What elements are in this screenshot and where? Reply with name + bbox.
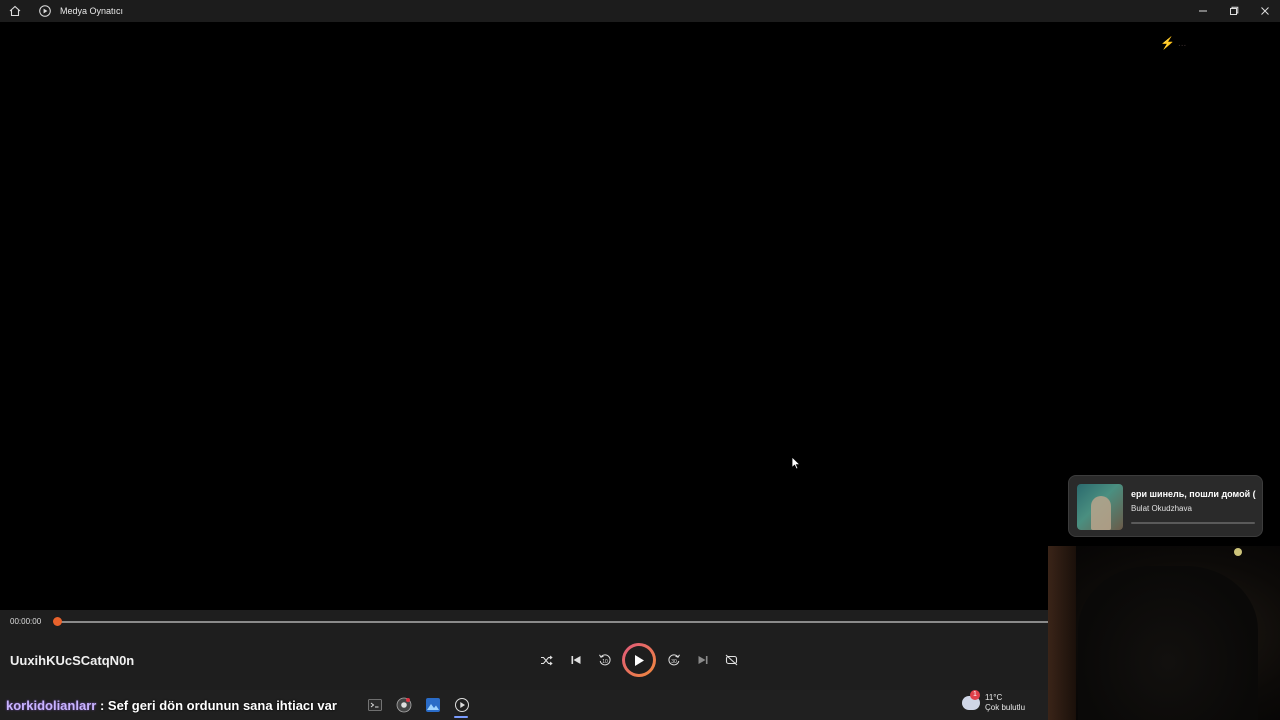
next-button[interactable] <box>688 642 717 678</box>
now-playing-title: ери шинель, пошли домой ( <box>1131 489 1256 499</box>
previous-icon <box>571 656 580 664</box>
home-icon <box>9 5 21 17</box>
media-player-taskbar-icon[interactable] <box>451 694 473 716</box>
shuffle-button[interactable] <box>532 642 561 678</box>
chat-ticker: korkidolianlarr : Sef geri dön ordunun s… <box>6 698 337 713</box>
player-controls: 00:00:00 UuxihKUcSCatqN0n 10 30 <box>0 610 1048 690</box>
seek-handle[interactable] <box>53 617 62 626</box>
streamer-silhouette <box>1078 566 1258 720</box>
app-title: Medya Oynatıcı <box>60 6 124 16</box>
minimize-button[interactable] <box>1187 0 1218 22</box>
chat-message: Sef geri dön ordunun sana ihtiacı var <box>107 698 337 713</box>
bookshelf <box>1048 546 1076 720</box>
watermark-logo: ⚡ ... <box>1160 36 1186 50</box>
weather-desc: Çok bulutlu <box>985 703 1026 712</box>
current-time: 00:00:00 <box>10 617 42 626</box>
repeat-button[interactable] <box>717 642 746 678</box>
lamp-light <box>1234 548 1242 556</box>
close-icon <box>1260 7 1269 15</box>
now-playing-card[interactable]: ери шинель, пошли домой ( Bulat Okudzhav… <box>1068 475 1263 537</box>
media-title: UuxihKUcSCatqN0n <box>10 653 135 668</box>
taskbar: korkidolianlarr : Sef geri dön ordunun s… <box>0 690 1048 720</box>
home-button[interactable] <box>0 0 30 22</box>
forward-30-button[interactable]: 30 <box>659 642 688 678</box>
media-player-icon <box>30 0 60 22</box>
weather-badge: 1 <box>970 690 980 700</box>
next-icon <box>698 656 707 664</box>
chrome-icon[interactable] <box>393 694 415 716</box>
rewind-seconds-label: 10 <box>602 659 608 665</box>
weather-info: 11°C Çok bulutlu <box>985 693 1025 713</box>
close-button[interactable] <box>1249 0 1280 22</box>
weather-temp: 11°C <box>985 693 1003 702</box>
chat-username: korkidolianlarr <box>6 698 97 713</box>
play-button[interactable] <box>622 643 656 677</box>
photos-icon[interactable] <box>422 694 444 716</box>
watermark-text: ... <box>1177 37 1187 49</box>
rewind-10-icon: 10 <box>598 654 611 666</box>
shuffle-icon <box>541 655 553 665</box>
weather-widget[interactable]: 1 11°C Çok bulutlu <box>962 690 1025 713</box>
window-controls <box>1187 0 1280 22</box>
cloud-icon: 1 <box>962 690 980 710</box>
transport-controls: 10 30 <box>532 642 746 678</box>
forward-30-icon: 30 <box>667 654 680 666</box>
seek-bar[interactable] <box>57 621 1048 623</box>
album-art-figure <box>1091 496 1111 530</box>
active-app-indicator <box>454 716 468 718</box>
album-art <box>1077 484 1123 530</box>
forward-seconds-label: 30 <box>671 659 677 665</box>
restore-button[interactable] <box>1218 0 1249 22</box>
minimize-icon <box>1198 10 1207 12</box>
restore-icon <box>1229 6 1238 15</box>
taskbar-apps <box>364 694 473 716</box>
repeat-off-icon <box>725 654 738 666</box>
chat-separator: : <box>99 698 105 713</box>
title-bar: Medya Oynatıcı <box>0 0 1280 22</box>
now-playing-progress <box>1131 522 1255 524</box>
terminal-icon[interactable] <box>364 694 386 716</box>
play-icon <box>635 654 644 666</box>
rewind-10-button[interactable]: 10 <box>590 642 619 678</box>
now-playing-artist: Bulat Okudzhava <box>1131 504 1192 513</box>
previous-button[interactable] <box>561 642 590 678</box>
mouse-cursor-icon <box>791 456 801 475</box>
play-button-inner <box>625 646 653 674</box>
watermark-mark-icon: ⚡ <box>1160 36 1175 50</box>
webcam-overlay <box>1048 546 1280 720</box>
